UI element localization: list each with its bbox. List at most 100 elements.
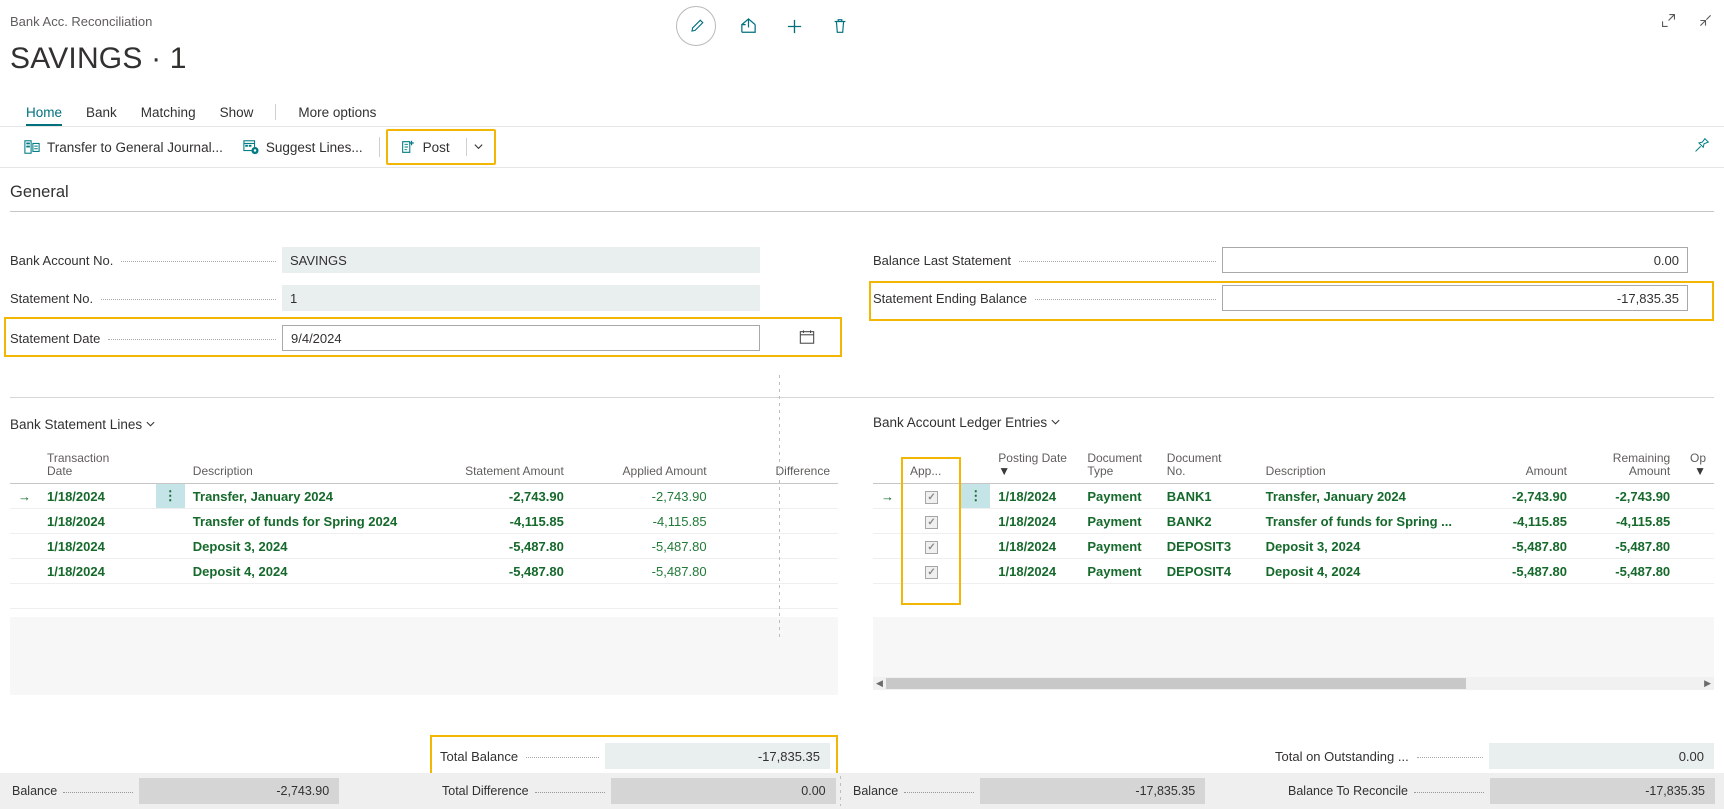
cell-remaining-amount[interactable]: -2,743.90 — [1575, 484, 1678, 509]
col-transaction-date[interactable]: TransactionDate — [39, 450, 156, 484]
scrollbar-thumb[interactable] — [886, 678, 1466, 689]
cell-difference[interactable] — [715, 559, 838, 584]
plus-icon[interactable] — [780, 12, 808, 40]
col-applied-amount[interactable]: Applied Amount — [572, 450, 715, 484]
cell-document-type[interactable]: Payment — [1079, 509, 1158, 534]
cell-difference[interactable] — [715, 509, 838, 534]
cell-open[interactable] — [1678, 484, 1714, 509]
col-remaining-amount[interactable]: RemainingAmount — [1575, 450, 1678, 484]
cell-description[interactable]: Deposit 4, 2024 — [185, 559, 434, 584]
post-button[interactable]: Post — [390, 133, 460, 161]
post-button-group[interactable]: Post — [386, 129, 496, 165]
statement-no-value[interactable]: 1 — [282, 285, 760, 311]
table-row[interactable]: → ✓ ⋮ 1/18/2024 Payment BANK1 Transfer, … — [873, 484, 1714, 509]
table-row[interactable]: ✓ 1/18/2024 Payment DEPOSIT3 Deposit 3, … — [873, 534, 1714, 559]
collapse-icon[interactable] — [1697, 12, 1714, 32]
expand-icon[interactable] — [1660, 12, 1677, 32]
col-posting-date[interactable]: Posting Date▼ — [990, 450, 1079, 484]
cell-document-type[interactable]: Payment — [1079, 534, 1158, 559]
cell-document-type[interactable]: Payment — [1079, 484, 1158, 509]
table-row[interactable]: 1/18/2024 Deposit 4, 2024 -5,487.80 -5,4… — [10, 559, 838, 584]
bank-account-ledger-entries-header[interactable]: Bank Account Ledger Entries — [873, 415, 1061, 430]
balance-last-statement-value[interactable]: 0.00 — [1222, 247, 1688, 273]
suggest-lines-button[interactable]: Suggest Lines... — [233, 133, 373, 161]
cell-statement-amount[interactable]: -5,487.80 — [434, 559, 572, 584]
trash-icon[interactable] — [826, 12, 854, 40]
cell-difference[interactable] — [715, 584, 838, 609]
cell-description[interactable]: Deposit 3, 2024 — [185, 534, 434, 559]
cell-statement-amount[interactable]: -4,115.85 — [434, 509, 572, 534]
table-row[interactable]: 1/18/2024 Transfer of funds for Spring 2… — [10, 509, 838, 534]
table-row[interactable]: 1/18/2024 Deposit 3, 2024 -5,487.80 -5,4… — [10, 534, 838, 559]
bank-statement-lines-header[interactable]: Bank Statement Lines — [10, 417, 156, 432]
scroll-left-arrow-icon[interactable]: ◀ — [873, 678, 886, 689]
cell-description[interactable]: Transfer, January 2024 — [1258, 484, 1472, 509]
ledger-horizontal-scrollbar[interactable]: ◀ ▶ — [873, 677, 1714, 690]
cell-amount[interactable]: -5,487.80 — [1472, 559, 1575, 584]
row-menu-icon[interactable]: ⋮ — [961, 484, 990, 509]
table-row[interactable]: ✓ 1/18/2024 Payment DEPOSIT4 Deposit 4, … — [873, 559, 1714, 584]
cell-statement-amount[interactable] — [434, 584, 572, 609]
tab-bank[interactable]: Bank — [74, 105, 129, 126]
tab-show[interactable]: Show — [208, 105, 266, 126]
edit-pencil-icon[interactable] — [676, 6, 716, 46]
col-open[interactable]: Op▼ — [1678, 450, 1714, 484]
col-document-no[interactable]: DocumentNo. — [1159, 450, 1258, 484]
col-document-type[interactable]: DocumentType — [1079, 450, 1158, 484]
cell-applied-amount[interactable]: -2,743.90 — [572, 484, 715, 509]
col-description[interactable]: Description — [185, 450, 434, 484]
cell-posting-date[interactable]: 1/18/2024 — [990, 534, 1079, 559]
cell-document-type[interactable]: Payment — [1079, 559, 1158, 584]
cell-transaction-date[interactable]: 1/18/2024 — [39, 559, 156, 584]
cell-document-no[interactable]: BANK2 — [1159, 509, 1258, 534]
col-amount[interactable]: Amount — [1472, 450, 1575, 484]
cell-transaction-date[interactable]: 1/18/2024 — [39, 534, 156, 559]
cell-amount[interactable]: -5,487.80 — [1472, 534, 1575, 559]
cell-remaining-amount[interactable]: -5,487.80 — [1575, 534, 1678, 559]
statement-ending-balance-value[interactable]: -17,835.35 — [1222, 285, 1688, 311]
chevron-down-icon[interactable] — [1050, 415, 1061, 430]
cell-applied-amount[interactable]: -5,487.80 — [572, 559, 715, 584]
table-row-empty[interactable] — [10, 584, 838, 609]
col-difference[interactable]: Difference — [715, 450, 838, 484]
cell-remaining-amount[interactable]: -5,487.80 — [1575, 559, 1678, 584]
cell-open[interactable] — [1678, 534, 1714, 559]
cell-description[interactable]: Transfer of funds for Spring ... — [1258, 509, 1472, 534]
cell-remaining-amount[interactable]: -4,115.85 — [1575, 509, 1678, 534]
cell-transaction-date[interactable] — [39, 584, 156, 609]
cell-open[interactable] — [1678, 559, 1714, 584]
col-description[interactable]: Description — [1258, 450, 1472, 484]
cell-description[interactable]: Transfer of funds for Spring 2024 — [185, 509, 434, 534]
cell-description[interactable]: Deposit 4, 2024 — [1258, 559, 1472, 584]
chevron-down-icon[interactable] — [145, 417, 156, 432]
cell-transaction-date[interactable]: 1/18/2024 — [39, 509, 156, 534]
cell-open[interactable] — [1678, 509, 1714, 534]
table-row[interactable]: → 1/18/2024 ⋮ Transfer, January 2024 -2,… — [10, 484, 838, 509]
cell-description[interactable] — [185, 584, 434, 609]
table-row[interactable]: ✓ 1/18/2024 Payment BANK2 Transfer of fu… — [873, 509, 1714, 534]
statement-date-input[interactable]: 9/4/2024 — [282, 325, 760, 351]
pin-actions-icon[interactable] — [1693, 137, 1710, 157]
col-statement-amount[interactable]: Statement Amount — [434, 450, 572, 484]
cell-posting-date[interactable]: 1/18/2024 — [990, 509, 1079, 534]
cell-document-no[interactable]: DEPOSIT3 — [1159, 534, 1258, 559]
share-icon[interactable] — [734, 12, 762, 40]
cell-transaction-date[interactable]: 1/18/2024 — [39, 484, 156, 509]
cell-amount[interactable]: -4,115.85 — [1472, 509, 1575, 534]
cell-statement-amount[interactable]: -2,743.90 — [434, 484, 572, 509]
cell-description[interactable]: Deposit 3, 2024 — [1258, 534, 1472, 559]
transfer-to-general-journal-button[interactable]: Transfer to General Journal... — [14, 133, 233, 161]
cell-posting-date[interactable]: 1/18/2024 — [990, 484, 1079, 509]
cell-applied-amount[interactable]: -5,487.80 — [572, 534, 715, 559]
tab-more-options[interactable]: More options — [286, 105, 388, 126]
tab-matching[interactable]: Matching — [129, 105, 208, 126]
cell-amount[interactable]: -2,743.90 — [1472, 484, 1575, 509]
tab-home[interactable]: Home — [14, 105, 74, 126]
cell-difference[interactable] — [715, 484, 838, 509]
cell-applied-amount[interactable] — [572, 584, 715, 609]
cell-applied-amount[interactable]: -4,115.85 — [572, 509, 715, 534]
cell-document-no[interactable]: BANK1 — [1159, 484, 1258, 509]
cell-posting-date[interactable]: 1/18/2024 — [990, 559, 1079, 584]
cell-description[interactable]: Transfer, January 2024 — [185, 484, 434, 509]
chevron-down-icon[interactable] — [473, 140, 492, 155]
